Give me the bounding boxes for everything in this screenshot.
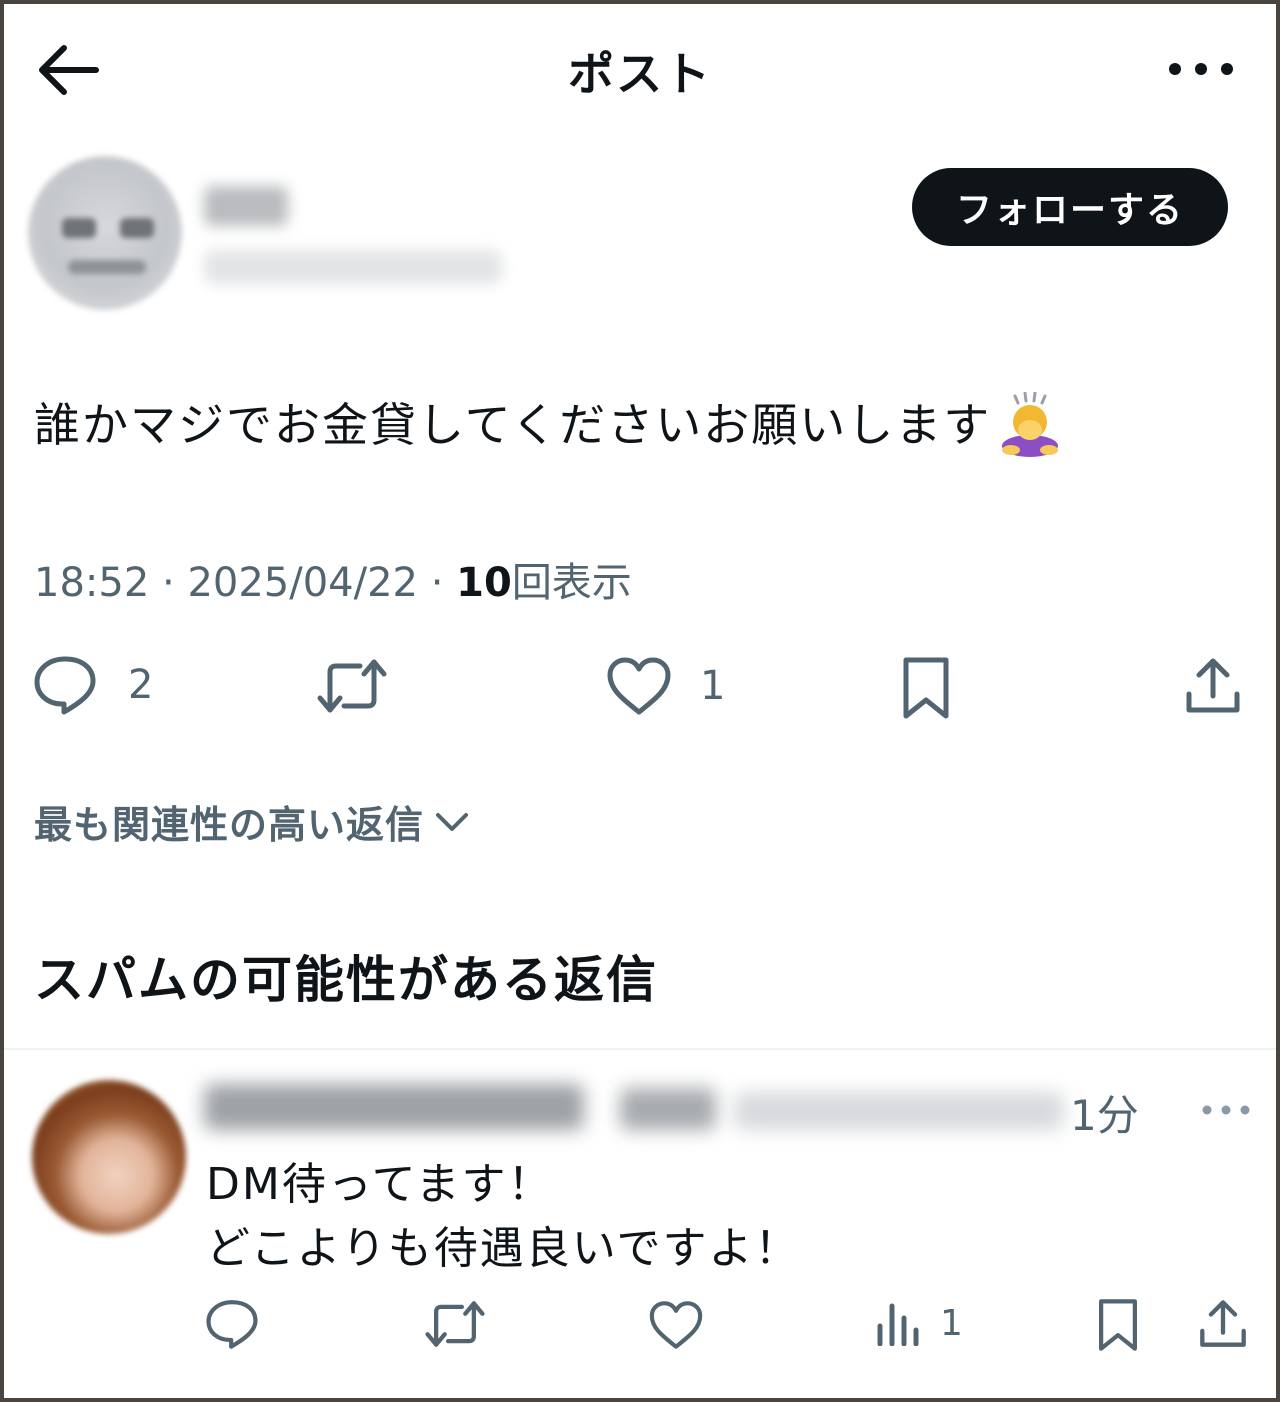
share-icon: [1186, 658, 1240, 713]
replies-sort-dropdown[interactable]: 最も関連性の高い返信: [34, 794, 470, 849]
bookmark-icon: [1099, 1299, 1137, 1351]
repost-button[interactable]: [316, 658, 388, 714]
bookmark-button[interactable]: [900, 656, 952, 720]
meta-separator: ·: [417, 560, 457, 606]
reply-views-count: 1: [940, 1302, 963, 1344]
bowing-person-emoji: [1002, 392, 1059, 457]
repost-icon: [317, 659, 387, 713]
post-screen: ポスト フォローする 誰かマジでお金貸してくださいお願いします 18:52 · …: [4, 4, 1276, 1398]
reply-count: 2: [128, 662, 154, 708]
reply-repost-button[interactable]: [424, 1300, 486, 1348]
reply-icon: [206, 1300, 258, 1349]
divider: [4, 1048, 1276, 1050]
views-count[interactable]: 10: [456, 560, 512, 606]
reply-more-button[interactable]: [1200, 1098, 1252, 1122]
avatar-eye: [120, 218, 154, 238]
chevron-down-icon: [436, 812, 469, 831]
reply-like-button[interactable]: [648, 1300, 704, 1350]
post-date: 2025/04/22: [187, 560, 418, 606]
author-name-blurred[interactable]: [204, 186, 288, 226]
repost-icon: [425, 1301, 485, 1347]
reply-text-line: DM待ってます！: [206, 1159, 554, 1210]
author-handle-blurred[interactable]: [204, 250, 502, 284]
top-bar: ポスト: [4, 4, 1276, 134]
avatar-mouth: [68, 260, 146, 274]
post-text: 誰かマジでお金貸してくださいお願いします: [34, 392, 1063, 458]
reply-text-line: どこよりも待遇良いですよ！: [206, 1223, 801, 1274]
post-time: 18:52: [34, 560, 150, 606]
reply-handle-blurred[interactable]: [734, 1092, 1064, 1130]
like-icon: [607, 657, 671, 715]
more-button[interactable]: [1166, 54, 1236, 84]
reply-bookmark-button[interactable]: [1096, 1298, 1140, 1352]
reply-timestamp[interactable]: 1分: [1070, 1082, 1139, 1143]
reply-share-button[interactable]: [1198, 1298, 1248, 1350]
post-meta: 18:52 · 2025/04/22 · 10回表示: [34, 550, 632, 608]
reply-button[interactable]: 2: [32, 654, 153, 716]
follow-button[interactable]: フォローする: [912, 168, 1228, 246]
post-body: 誰かマジでお金貸してくださいお願いします: [34, 398, 992, 452]
share-icon: [1200, 1300, 1246, 1347]
bookmark-icon: [903, 657, 949, 719]
page-title: ポスト: [568, 47, 712, 101]
reply-avatar[interactable]: [32, 1080, 186, 1234]
avatar-eye: [62, 218, 96, 238]
reply-views-button[interactable]: 1: [874, 1300, 963, 1346]
replies-sort-label: 最も関連性の高い返信: [34, 803, 425, 847]
spam-replies-heading: スパムの可能性がある返信: [34, 951, 658, 1009]
reply-icon: [34, 656, 96, 715]
reply-display-name-blurred[interactable]: [204, 1084, 584, 1130]
like-icon: [649, 1301, 703, 1349]
views-label[interactable]: 回表示: [512, 560, 632, 606]
reply-display-name-blurred[interactable]: [620, 1088, 716, 1130]
like-button[interactable]: 1: [606, 656, 725, 716]
share-button[interactable]: [1184, 656, 1242, 716]
author-avatar[interactable]: [28, 156, 182, 310]
more-icon: [1202, 1105, 1250, 1115]
reply-reply-button[interactable]: [204, 1298, 260, 1350]
like-count: 1: [700, 663, 726, 709]
views-icon: [877, 1303, 919, 1346]
meta-separator: ·: [149, 560, 188, 606]
more-icon: [1169, 63, 1233, 75]
